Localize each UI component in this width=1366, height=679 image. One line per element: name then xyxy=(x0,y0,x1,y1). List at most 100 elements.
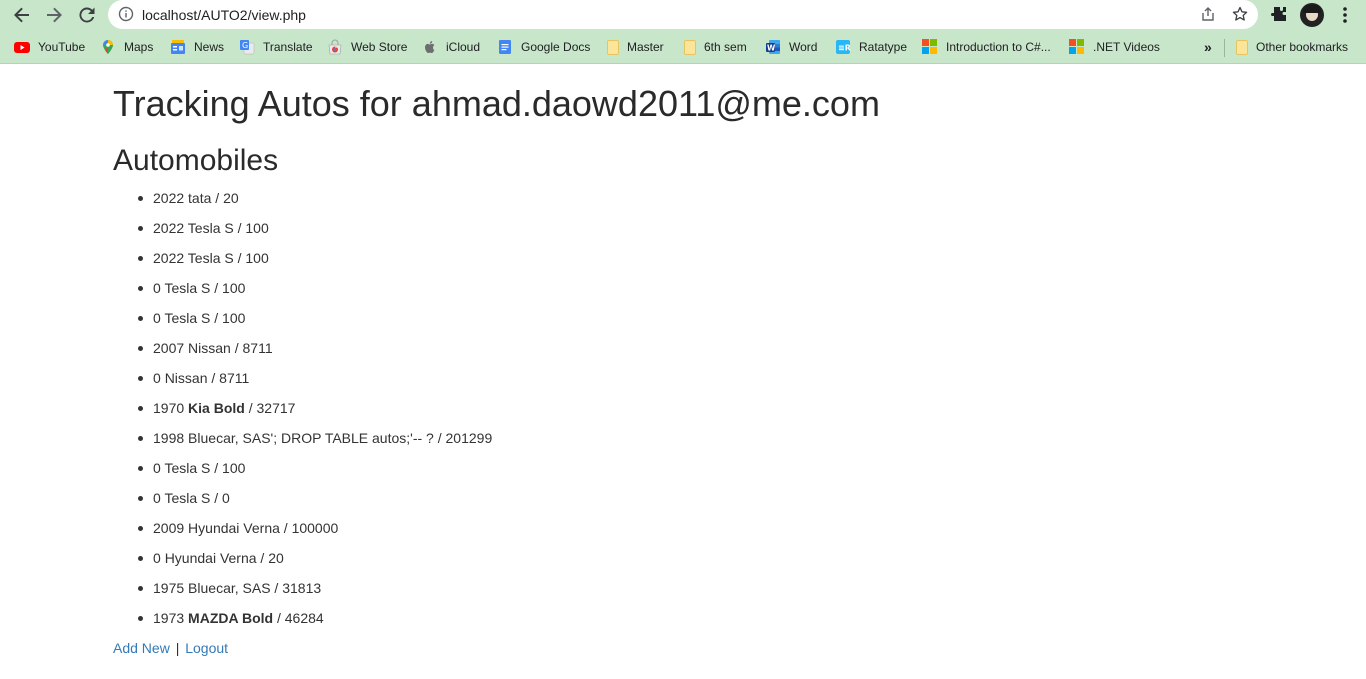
auto-year: 2022 xyxy=(153,190,185,206)
logout-link[interactable]: Logout xyxy=(185,640,228,656)
auto-make: Hyundai Verna xyxy=(188,520,280,536)
docs-icon xyxy=(497,39,513,55)
auto-make: Tesla S xyxy=(187,220,234,236)
page-title: Tracking Autos for ahmad.daowd2011@me.co… xyxy=(113,83,880,124)
add-new-link[interactable]: Add New xyxy=(113,640,170,656)
auto-make: Tesla S xyxy=(164,460,211,476)
list-item: 0 Tesla S / 0 xyxy=(137,489,492,519)
auto-year: 0 xyxy=(153,550,161,566)
share-icon[interactable] xyxy=(1200,6,1216,22)
auto-year: 2009 xyxy=(153,520,185,536)
auto-mileage: 201299 xyxy=(445,430,493,446)
bookmark-web-store[interactable]: Web Store xyxy=(327,38,407,56)
address-bar[interactable]: localhost/AUTO2/view.php xyxy=(108,0,1258,29)
auto-make: MAZDA Bold xyxy=(188,610,274,626)
auto-mileage: 8711 xyxy=(242,340,273,356)
bookmarks-overflow-chevron-icon[interactable]: » xyxy=(1204,38,1212,56)
auto-year: 0 xyxy=(153,310,161,326)
auto-mileage: 32717 xyxy=(256,400,296,416)
info-icon[interactable] xyxy=(118,6,134,22)
bookmark-folder-master[interactable]: Master xyxy=(607,38,664,56)
apple-icon xyxy=(422,39,438,55)
bookmark-label: Introduction to C#... xyxy=(946,40,1051,54)
auto-year: 0 xyxy=(153,490,161,506)
bookmark-label: 6th sem xyxy=(704,40,747,54)
browser-toolbar: localhost/AUTO2/view.php xyxy=(0,0,1366,30)
auto-mileage: 20 xyxy=(268,550,284,566)
auto-make: Nissan xyxy=(188,340,231,356)
bookmark-other-bookmarks[interactable]: Other bookmarks xyxy=(1236,38,1348,56)
bookmark-label: Maps xyxy=(124,40,154,54)
list-item: 2009 Hyundai Verna / 100000 xyxy=(137,519,492,549)
auto-mileage: 100 xyxy=(222,310,246,326)
auto-make: tata xyxy=(188,190,212,206)
bookmark-star-icon[interactable] xyxy=(1232,6,1248,22)
bookmark-word[interactable]: W Word xyxy=(765,38,817,56)
auto-mileage: 100 xyxy=(222,280,246,296)
list-item: 1973 MAZDA Bold / 46284 xyxy=(137,609,492,639)
web-store-icon xyxy=(327,39,343,55)
auto-make: Kia Bold xyxy=(188,400,245,416)
word-icon: W xyxy=(765,39,781,55)
bookmark-label: Word xyxy=(789,40,818,54)
bookmark-label: News xyxy=(194,40,225,54)
microsoft-icon xyxy=(1069,39,1085,55)
auto-mileage: 8711 xyxy=(219,370,250,386)
bookmark-folder-6th-sem[interactable]: 6th sem xyxy=(684,38,747,56)
svg-text:G: G xyxy=(242,41,248,50)
forward-arrow-icon xyxy=(47,7,62,23)
bookmark-translate[interactable]: G Translate xyxy=(239,38,313,56)
auto-make: Tesla S xyxy=(164,280,211,296)
list-item: 1970 Kia Bold / 32717 xyxy=(137,399,492,429)
bookmark-intro-csharp[interactable]: Introduction to C#... xyxy=(922,38,1051,56)
forward-button[interactable] xyxy=(42,3,66,27)
auto-mileage: 46284 xyxy=(284,610,324,626)
extensions-puzzle-icon[interactable] xyxy=(1270,5,1288,23)
url-text[interactable]: localhost/AUTO2/view.php xyxy=(142,7,306,23)
auto-make: Bluecar, SAS xyxy=(188,580,271,596)
reload-icon xyxy=(79,7,95,23)
link-separator: | xyxy=(175,640,180,656)
more-vert-icon[interactable] xyxy=(1336,5,1354,25)
reload-button[interactable] xyxy=(75,3,99,27)
list-item: 0 Tesla S / 100 xyxy=(137,309,492,339)
bookmark-label: YouTube xyxy=(38,40,86,54)
bookmarks-divider xyxy=(1224,39,1225,57)
translate-icon: G xyxy=(239,39,255,55)
folder-icon xyxy=(1236,39,1248,55)
svg-text:W: W xyxy=(767,43,776,52)
microsoft-icon xyxy=(922,39,938,55)
auto-year: 2022 xyxy=(153,250,185,266)
auto-make: Tesla S xyxy=(164,490,211,506)
bookmark-label: Other bookmarks xyxy=(1256,40,1349,54)
list-item: 2007 Nissan / 8711 xyxy=(137,339,492,369)
bookmark-label: .NET Videos xyxy=(1093,40,1160,54)
bookmark-news[interactable]: News xyxy=(170,38,224,56)
auto-mileage: 100 xyxy=(245,250,269,266)
svg-text:≡R: ≡R xyxy=(838,44,851,53)
auto-mileage: 100 xyxy=(222,460,246,476)
bookmark-maps[interactable]: Maps xyxy=(100,38,153,56)
auto-make: Tesla S xyxy=(187,250,234,266)
auto-year: 2007 xyxy=(153,340,185,356)
folder-icon xyxy=(684,39,696,55)
back-button[interactable] xyxy=(10,3,34,27)
bookmark-icloud[interactable]: iCloud xyxy=(422,38,480,56)
auto-year: 1975 xyxy=(153,580,185,596)
bookmark-ratatype[interactable]: ≡R Ratatype xyxy=(835,38,907,56)
bookmark-dotnet-videos[interactable]: .NET Videos xyxy=(1069,38,1160,56)
auto-year: 1970 xyxy=(153,400,185,416)
news-icon xyxy=(170,39,186,55)
auto-make: Nissan xyxy=(164,370,208,386)
auto-mileage: 0 xyxy=(222,490,230,506)
bookmark-label: Web Store xyxy=(351,40,408,54)
bookmark-google-docs[interactable]: Google Docs xyxy=(497,38,590,56)
back-arrow-icon xyxy=(14,7,29,23)
auto-year: 0 xyxy=(153,460,161,476)
bookmark-youtube[interactable]: YouTube xyxy=(14,38,85,56)
profile-avatar[interactable] xyxy=(1300,3,1324,27)
folder-icon xyxy=(607,39,619,55)
list-item: 0 Tesla S / 100 xyxy=(137,279,492,309)
automobiles-list: 2022 tata / 20 2022 Tesla S / 100 2022 Tes… xyxy=(137,189,493,639)
auto-make: Tesla S xyxy=(164,310,211,326)
